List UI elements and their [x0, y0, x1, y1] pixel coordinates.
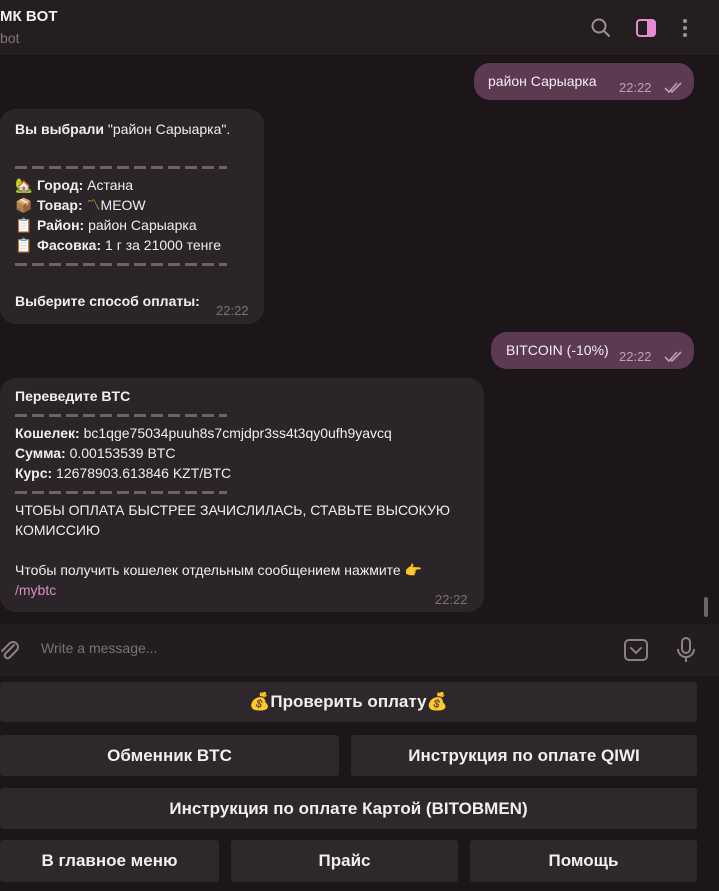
mybtc-command-link[interactable]: /mybtc [15, 580, 480, 600]
message-time: 22:22 [619, 80, 652, 95]
chat-header[interactable]: МК BOT bot [0, 0, 719, 56]
message-time: 22:22 [435, 592, 468, 607]
city-value: Астана [87, 177, 134, 193]
package-icon: 📦 [15, 197, 33, 213]
bot-keyboard-icon[interactable] [623, 637, 649, 663]
main-menu-button[interactable]: В главное меню [0, 840, 219, 882]
payment-heading: Переведите BTC [15, 388, 131, 404]
read-checkmarks-icon [664, 82, 682, 93]
hint-text: Чтобы получить кошелек отдельным сообщен… [15, 562, 401, 578]
microphone-icon[interactable] [673, 636, 699, 664]
product-value: MEOW [100, 197, 146, 213]
message-time: 22:22 [619, 349, 652, 364]
wallet-label: Кошелек: [15, 425, 80, 441]
rate-label: Курс: [15, 465, 53, 481]
amount-label: Сумма: [15, 445, 66, 461]
search-icon[interactable] [588, 15, 614, 41]
message-input[interactable]: Write a message... [41, 640, 157, 656]
outgoing-message[interactable]: BITCOIN (-10%) 22:22 [491, 332, 694, 369]
selected-label: Вы выбрали [15, 121, 105, 137]
message-text: район Сарыарка [488, 73, 597, 89]
package-value: 1 г за 21000 тенге [105, 237, 221, 253]
incoming-message[interactable]: Вы выбрали "район Сарыарка". 🏡 Город: Аст… [0, 109, 264, 324]
amount-value: 0.00153539 BTC [69, 445, 176, 461]
message-text: BITCOIN (-10%) [506, 342, 609, 358]
sidebar-toggle-icon[interactable] [633, 15, 659, 41]
attach-icon[interactable] [0, 637, 22, 663]
message-time: 22:22 [216, 303, 249, 318]
qiwi-instructions-button[interactable]: Инструкция по оплате QIWI [351, 735, 697, 776]
product-emoji: 〽 [86, 197, 101, 213]
pointing-hand-icon: 👉 [404, 562, 423, 578]
rate-value: 12678903.613846 KZT/BTC [56, 465, 232, 481]
city-label: Город: [37, 177, 84, 193]
card-instructions-button[interactable]: Инструкция по оплате Картой (BITOBMEN) [0, 788, 697, 829]
district-label: Район: [37, 217, 85, 233]
warning-text: КОМИССИЮ [15, 522, 101, 538]
divider [15, 263, 227, 266]
more-menu-icon[interactable] [672, 15, 698, 41]
divider [15, 414, 227, 417]
bot-reply-keyboard: 💰Проверить оплату💰 Обменник BTC Инструкц… [0, 676, 719, 891]
house-icon: 🏡 [15, 177, 33, 193]
package-label: Фасовка: [37, 237, 102, 253]
help-button[interactable]: Помощь [470, 840, 697, 882]
chat-subtitle: bot [0, 30, 20, 46]
district-value: район Сарыарка [88, 217, 197, 233]
message-list[interactable]: район Сарыарка 22:22 Вы выбрали "район С… [0, 56, 719, 622]
check-payment-button[interactable]: 💰Проверить оплату💰 [0, 682, 697, 722]
incoming-message[interactable]: Переведите BTC Кошелек: bc1qge75034puuh8… [0, 378, 484, 612]
chat-title[interactable]: МК BOT [0, 8, 57, 25]
scrollbar-thumb[interactable] [704, 597, 708, 617]
message-composer[interactable]: Write a message... [0, 624, 719, 676]
price-list-button[interactable]: Прайс [231, 840, 458, 882]
read-checkmarks-icon [664, 351, 682, 362]
outgoing-message[interactable]: район Сарыарка 22:22 [474, 63, 694, 100]
selected-value: "район Сарыарка". [107, 121, 231, 137]
clipboard-icon: 📋 [15, 237, 33, 253]
chat-scrollbar[interactable] [704, 70, 708, 620]
clipboard-icon: 📋 [15, 217, 33, 233]
product-label: Товар: [37, 197, 83, 213]
divider [15, 166, 227, 169]
divider [15, 491, 227, 494]
wallet-address[interactable]: bc1qge75034puuh8s7cmjdpr3ss4t3qy0ufh9yav… [84, 425, 392, 441]
warning-text: ЧТОБЫ ОПЛАТА БЫСТРЕЕ ЗАЧИСЛИЛАСЬ, СТАВЬТ… [15, 502, 451, 518]
exchanger-btc-button[interactable]: Обменник BTC [0, 735, 339, 776]
